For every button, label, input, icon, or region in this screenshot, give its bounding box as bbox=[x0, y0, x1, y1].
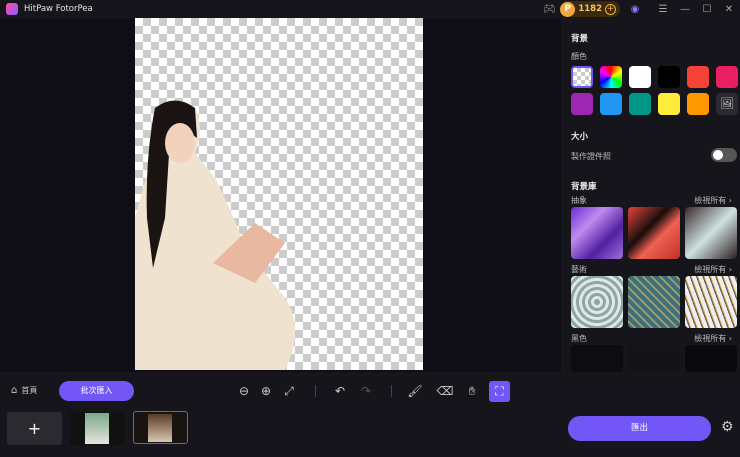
settings-gear-icon[interactable]: ⚙︎ bbox=[721, 419, 734, 435]
color-label: 顏色 bbox=[571, 52, 587, 61]
thumbnail-preview bbox=[148, 414, 172, 442]
app-title: HitPaw FotorPea bbox=[24, 4, 93, 14]
app-logo bbox=[6, 3, 18, 15]
category-label: 黑色 bbox=[571, 334, 587, 343]
background-heading: 背景 bbox=[571, 34, 589, 44]
category-label: 抽象 bbox=[571, 196, 587, 205]
minimize-icon[interactable]: — bbox=[674, 4, 696, 15]
id-photo-label: 製作證件照 bbox=[571, 152, 611, 161]
background-thumb[interactable] bbox=[628, 207, 680, 259]
portrait-select-icon[interactable]: ⛶ bbox=[489, 381, 510, 402]
color-swatch-red[interactable] bbox=[687, 66, 709, 88]
color-swatch-pink[interactable] bbox=[716, 66, 738, 88]
color-swatch-transparent[interactable] bbox=[571, 66, 593, 88]
account-icon[interactable]: ◉ bbox=[624, 4, 646, 15]
batch-import-button[interactable]: 批次匯入 bbox=[59, 381, 134, 401]
undo-icon[interactable]: ↶ bbox=[331, 382, 349, 400]
coin-count: 1182 bbox=[578, 4, 602, 14]
divider bbox=[391, 385, 392, 397]
divider bbox=[315, 385, 316, 397]
image-thumbnail-selected[interactable] bbox=[133, 411, 188, 444]
background-thumb[interactable] bbox=[571, 276, 623, 328]
eraser-icon[interactable]: ⌫ bbox=[436, 382, 454, 400]
color-swatch-yellow[interactable] bbox=[658, 93, 680, 115]
redo-icon[interactable]: ↷ bbox=[357, 382, 375, 400]
view-all-text: 檢視所有 bbox=[694, 265, 727, 274]
background-thumb[interactable] bbox=[571, 345, 623, 372]
close-icon[interactable]: ✕ bbox=[718, 4, 740, 15]
view-all-link[interactable]: 檢視所有 › bbox=[694, 264, 732, 275]
home-label: 首頁 bbox=[21, 386, 38, 395]
size-heading: 大小 bbox=[571, 132, 589, 142]
image-thumbnail[interactable] bbox=[70, 412, 125, 445]
home-button[interactable]: ⌂ 首頁 bbox=[11, 385, 37, 396]
color-swatch-orange[interactable] bbox=[687, 93, 709, 115]
maximize-icon[interactable]: ☐ bbox=[696, 4, 718, 15]
title-bar: HitPaw FotorPea 🎮︎ P 1182 + ◉ ☰ — ☐ ✕ bbox=[0, 0, 740, 18]
background-thumb[interactable] bbox=[685, 345, 737, 372]
background-thumb[interactable] bbox=[571, 207, 623, 259]
cutout-person-image bbox=[135, 100, 295, 370]
view-all-link[interactable]: 檢視所有 › bbox=[694, 333, 732, 344]
hand-pan-icon[interactable]: ✋︎ bbox=[463, 382, 481, 400]
color-swatch-custom[interactable] bbox=[600, 66, 622, 88]
home-icon: ⌂ bbox=[11, 385, 18, 396]
discord-icon[interactable]: 🎮︎ bbox=[538, 4, 560, 15]
background-thumb[interactable] bbox=[685, 276, 737, 328]
category-label: 藝術 bbox=[571, 265, 587, 274]
zoom-in-icon[interactable]: ⊕ bbox=[257, 382, 275, 400]
coin-balance[interactable]: P 1182 + bbox=[560, 1, 620, 17]
view-all-text: 檢視所有 bbox=[694, 196, 727, 205]
thumbnail-preview bbox=[85, 413, 109, 444]
color-swatch-blue[interactable] bbox=[600, 93, 622, 115]
view-all-link[interactable]: 檢視所有 › bbox=[694, 195, 732, 206]
right-panel: 背景 顏色 🖼︎ 大小 製作證件照 背景庫 抽象 檢視所有 › 藝術 檢視所有 … bbox=[561, 18, 740, 372]
background-thumb[interactable] bbox=[628, 345, 680, 372]
color-swatch-teal[interactable] bbox=[629, 93, 651, 115]
upload-background-icon[interactable]: 🖼︎ bbox=[716, 93, 738, 115]
view-all-text: 檢視所有 bbox=[694, 334, 727, 343]
background-thumb[interactable] bbox=[628, 276, 680, 328]
image-canvas[interactable] bbox=[135, 18, 423, 370]
coin-icon: P bbox=[560, 1, 576, 17]
brush-icon[interactable]: 🖌︎ bbox=[406, 382, 424, 400]
bottom-toolbar: ⌂ 首頁 批次匯入 ⊖ ⊕ ⤢ ↶ ↷ 🖌︎ ⌫ ✋︎ ⛶ + 匯出 ⚙︎ bbox=[0, 372, 740, 457]
background-thumb[interactable] bbox=[685, 207, 737, 259]
add-image-button[interactable]: + bbox=[7, 412, 62, 445]
add-coins-icon[interactable]: + bbox=[605, 3, 616, 15]
color-swatch-purple[interactable] bbox=[571, 93, 593, 115]
library-heading: 背景庫 bbox=[571, 182, 597, 192]
color-swatch-black[interactable] bbox=[658, 66, 680, 88]
zoom-out-icon[interactable]: ⊖ bbox=[235, 382, 253, 400]
color-swatch-white[interactable] bbox=[629, 66, 651, 88]
export-button[interactable]: 匯出 bbox=[568, 416, 711, 441]
fit-screen-icon[interactable]: ⤢ bbox=[280, 382, 298, 400]
menu-icon[interactable]: ☰ bbox=[652, 4, 674, 15]
id-photo-toggle[interactable] bbox=[711, 148, 737, 162]
